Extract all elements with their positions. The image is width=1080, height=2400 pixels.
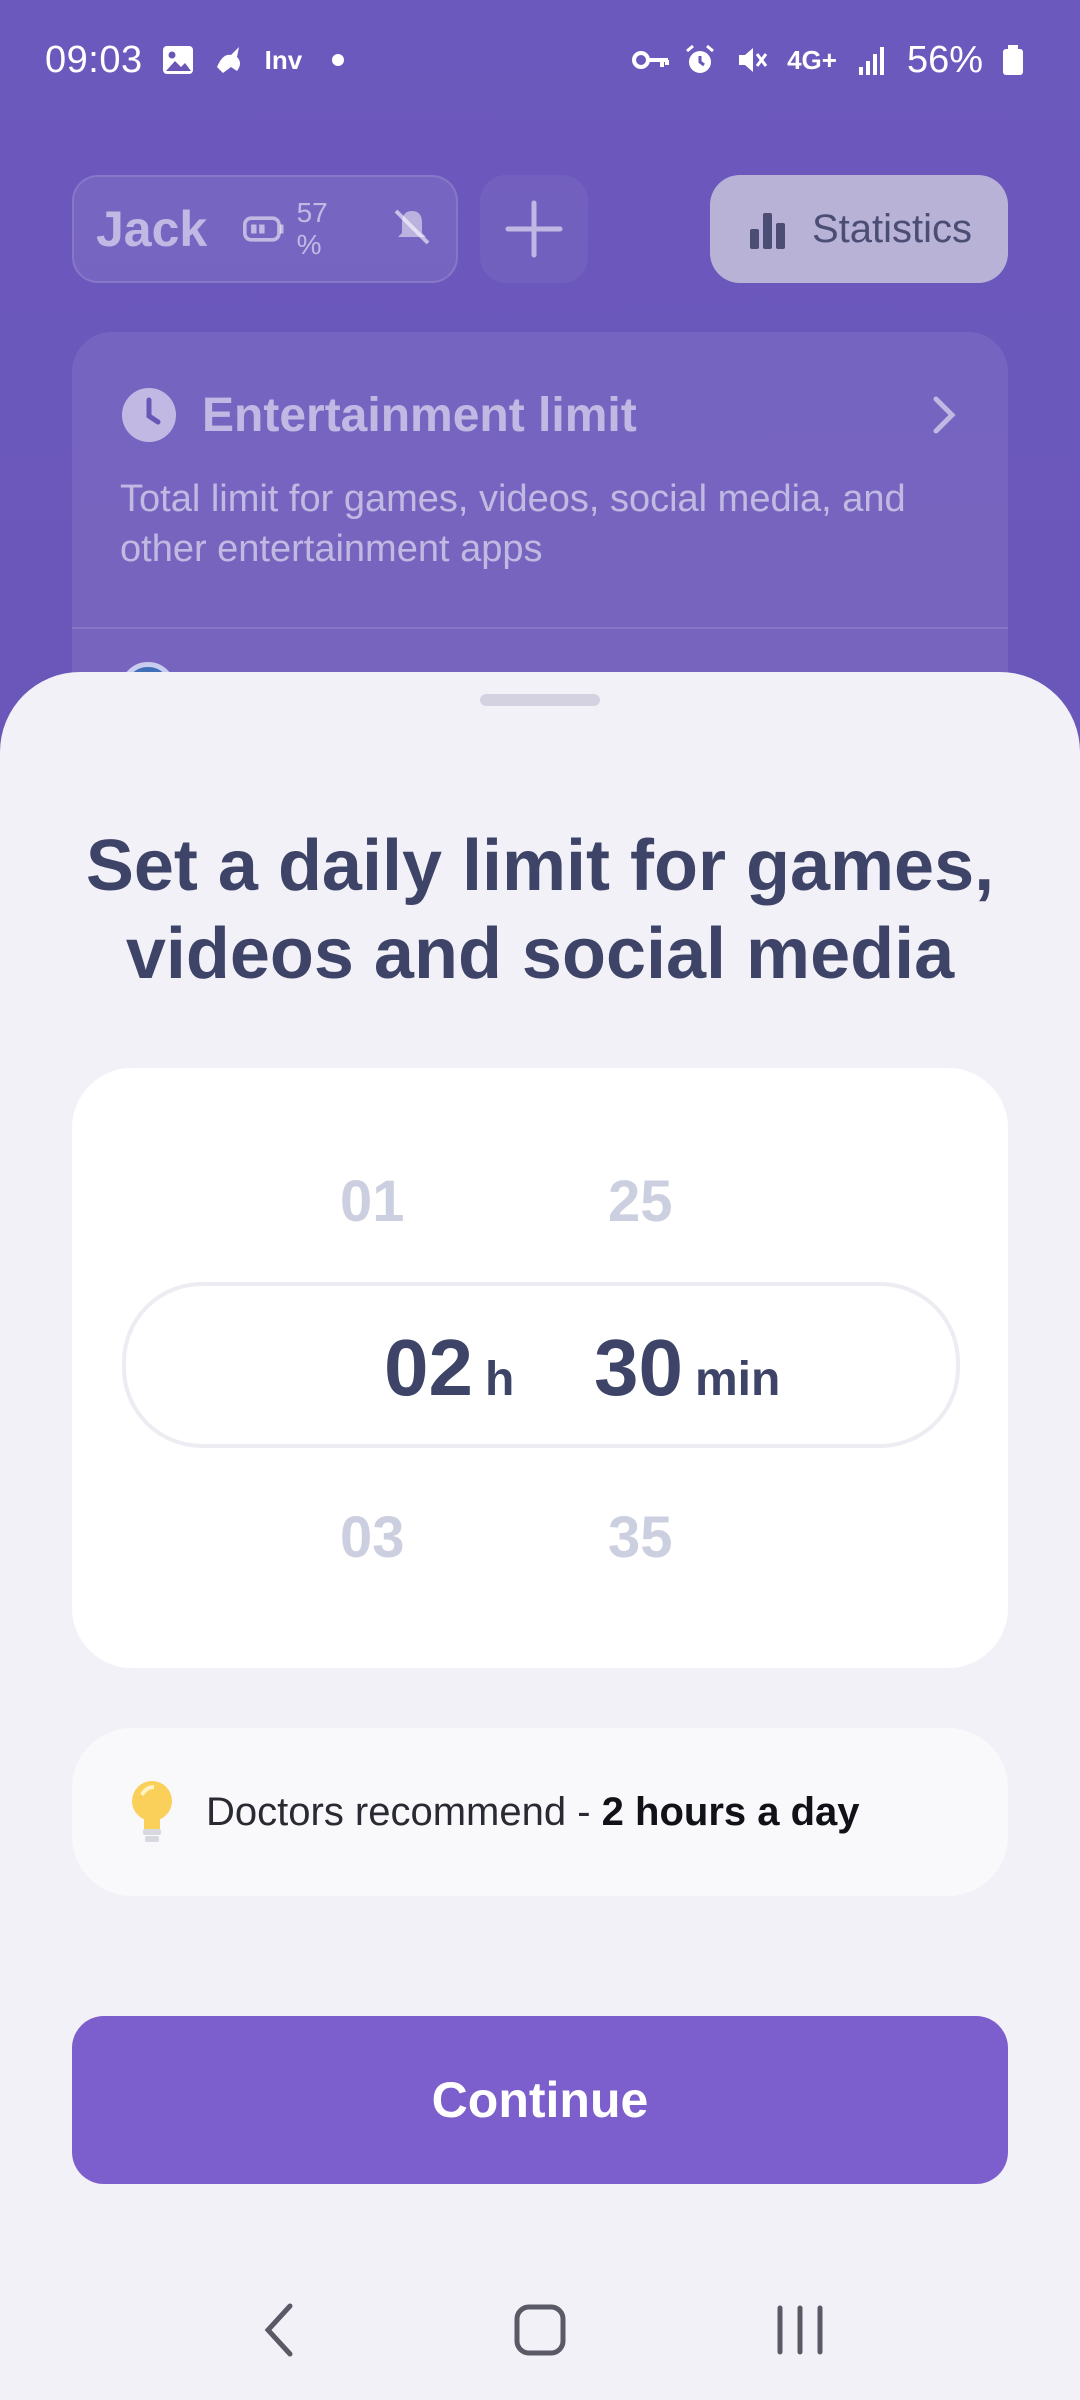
minutes-selected[interactable]: 30 min [594,1322,780,1414]
continue-button[interactable]: Continue [72,2016,1008,2184]
device-battery-icon [243,216,284,242]
carrier-notification-text: Inv [264,44,303,75]
hours-unit: h [484,1353,515,1406]
status-time: 09:03 [45,38,143,81]
device-battery-value: 57 % [296,197,328,260]
more-notifications-dot [332,54,345,66]
signal-icon [855,43,889,77]
back-icon [264,2303,293,2357]
home-icon [514,2304,566,2356]
minutes-selected-value: 30 [594,1323,683,1412]
status-bar: 09:03 Inv 4G+ 56% [0,0,1080,120]
profile-chip[interactable]: Jack 57 % [72,175,458,283]
time-picker[interactable]: 01 25 02 h 30 min 03 35 [72,1068,1008,1668]
lightbulb-icon [132,1781,172,1842]
mute-icon [735,43,769,77]
recents-icon [777,2305,823,2355]
minutes-next-option[interactable]: 35 [608,1504,868,1571]
network-type-label: 4G+ [787,44,837,75]
tip-emphasis: 2 hours a day [601,1789,860,1834]
nav-recents-button[interactable] [750,2280,850,2380]
tip-text: Doctors recommend - 2 hours a day [206,1790,860,1835]
sheet-title: Set a daily limit for games, videos and … [85,826,995,994]
statistics-label: Statistics [811,206,973,251]
sheet-drag-handle[interactable] [480,694,600,706]
hours-selected[interactable]: 02 h [384,1322,514,1414]
device-battery: 57 % [243,197,354,261]
chevron-right-icon [933,396,956,434]
statistics-button[interactable]: Statistics [710,175,1008,283]
card-divider [72,627,1008,629]
bar-chart-icon [749,213,785,249]
alarm-icon [683,43,717,77]
battery-percent: 56% [906,38,983,81]
profile-name: Jack [96,201,208,257]
battery-icon [1001,43,1035,77]
minutes-prev-option[interactable]: 25 [608,1168,868,1235]
clock-icon [122,388,176,442]
entertainment-limit-description: Total limit for games, videos, social me… [120,478,906,570]
minutes-unit: min [694,1353,781,1406]
device-mute-icon [390,205,434,254]
bottom-sheet: Set a daily limit for games, videos and … [0,672,1080,2400]
recommendation-tip: Doctors recommend - 2 hours a day [72,1728,1008,1896]
add-child-button[interactable] [480,175,588,283]
plus-icon [505,200,563,258]
picker-selection: 02 h 30 min [122,1282,960,1448]
hours-selected-value: 02 [384,1323,473,1412]
header-row: Jack 57 % Statistics [72,174,1008,284]
entertainment-limit-title: Entertainment limit [202,388,637,442]
vpn-key-icon [631,43,670,77]
hours-next-option[interactable]: 03 [340,1504,560,1571]
system-nav-bar [0,2260,1080,2400]
hours-prev-option[interactable]: 01 [340,1168,560,1235]
app-notification-icon [213,43,247,77]
tip-prefix: Doctors recommend - [206,1789,602,1834]
nav-back-button[interactable] [230,2280,330,2380]
gallery-notification-icon [161,43,195,77]
nav-home-button[interactable] [490,2280,590,2380]
